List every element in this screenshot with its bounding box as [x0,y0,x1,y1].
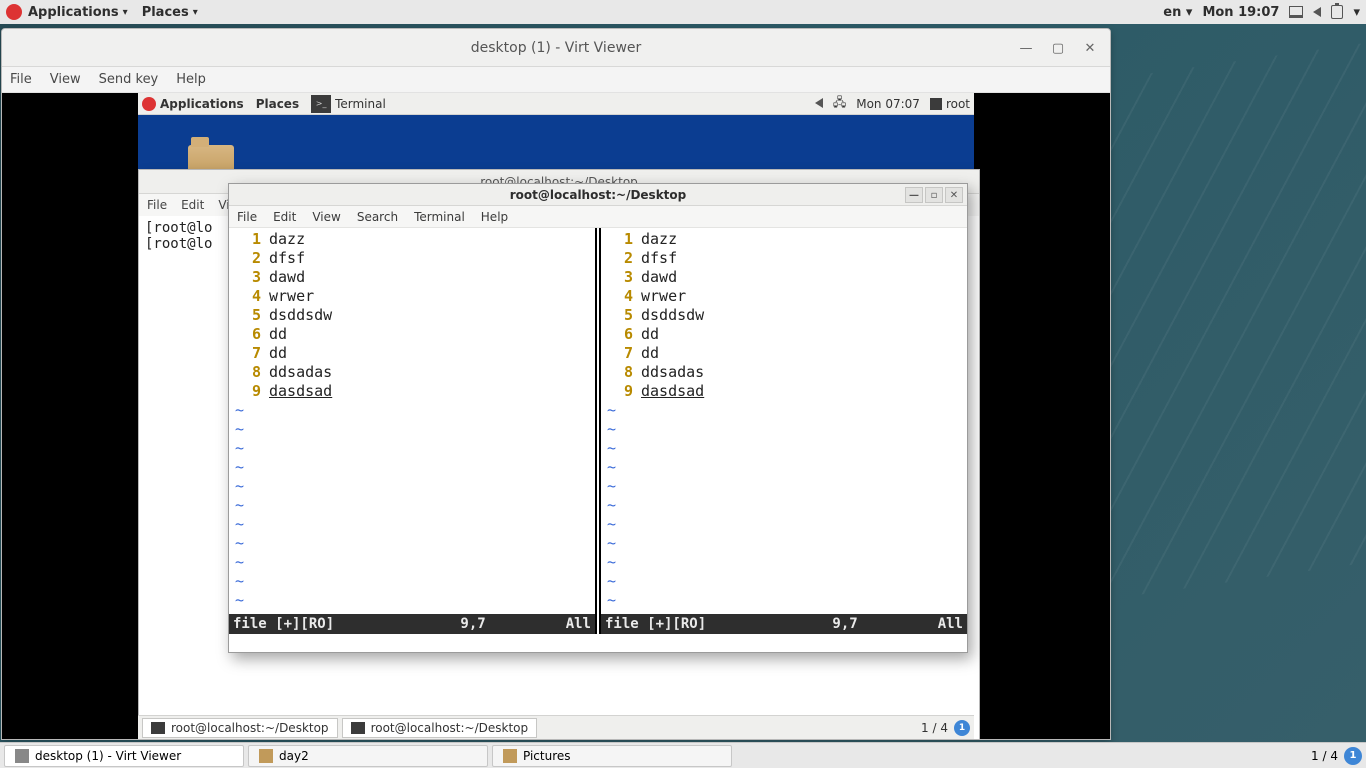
fedora-icon [6,4,22,20]
vim-right-buffer[interactable]: 1dazz2dfsf3dawd4wrwer5dsddsdw6dd7dd8ddsa… [601,228,967,614]
foreground-terminal-title: root@localhost:~/Desktop [510,188,687,202]
display-icon[interactable] [1289,6,1303,18]
guest-display[interactable]: Applications Places >_ Terminal 🖧 Mon 07… [2,93,1110,739]
terminal-icon [351,722,365,734]
folder-icon [503,749,517,763]
host-lang-indicator[interactable]: en ▾ [1163,5,1192,20]
host-top-panel: Applications▾ Places▾ en ▾ Mon 19:07 ▾ [0,0,1366,24]
host-tray: en ▾ Mon 19:07 ▾ [1163,5,1360,20]
sound-icon[interactable] [1313,7,1321,17]
host-taskbar-item[interactable]: Pictures [492,745,732,767]
guest-user-menu[interactable]: root [930,97,970,111]
foreground-terminal-window: root@localhost:~/Desktop — ▫ ✕ File Edit… [228,183,968,653]
fwin-menu-terminal[interactable]: Terminal [414,210,465,224]
guest-taskbar-item[interactable]: root@localhost:~/Desktop [142,718,338,738]
guest-fedora-icon [142,97,156,111]
guest-taskbar-item[interactable]: root@localhost:~/Desktop [342,718,538,738]
bwin-menu-file[interactable]: File [147,198,167,212]
vim-left-buffer[interactable]: 1dazz2dfsf3dawd4wrwer5dsddsdw6dd7dd8ddsa… [229,228,595,614]
virt-viewer-menubar: File View Send key Help [2,67,1110,93]
fwin-menu-file[interactable]: File [237,210,257,224]
fwin-menu-help[interactable]: Help [481,210,508,224]
guest-bottom-panel: root@localhost:~/Desktop root@localhost:… [138,715,974,739]
fwin-menu-search[interactable]: Search [357,210,398,224]
guest-clock[interactable]: Mon 07:07 [856,97,920,111]
menu-help[interactable]: Help [176,72,206,87]
fwin-maximize-button[interactable]: ▫ [925,187,943,203]
power-icon[interactable]: ▾ [1353,5,1360,20]
battery-icon[interactable] [1331,5,1343,19]
host-workspace-switcher[interactable]: 1 [1344,747,1362,765]
host-bottom-panel: desktop (1) - Virt Viewer day2 Pictures … [0,742,1366,768]
host-taskbar-item[interactable]: desktop (1) - Virt Viewer [4,745,244,767]
host-clock[interactable]: Mon 19:07 [1202,5,1279,20]
fwin-menu-edit[interactable]: Edit [273,210,296,224]
vim-left-status: file [+][RO] 9,7 All [229,614,595,634]
folder-icon [259,749,273,763]
vim-editor-area[interactable]: 1dazz2dfsf3dawd4wrwer5dsddsdw6dd7dd8ddsa… [229,228,967,634]
menu-view[interactable]: View [50,72,81,87]
maximize-button[interactable]: ▢ [1044,35,1072,61]
foreground-terminal-titlebar[interactable]: root@localhost:~/Desktop — ▫ ✕ [229,184,967,206]
guest-applications-menu[interactable]: Applications [160,97,244,111]
terminal-icon [151,722,165,734]
menu-file[interactable]: File [10,72,32,87]
virt-viewer-window: desktop (1) - Virt Viewer — ▢ ✕ File Vie… [1,28,1111,740]
vim-right-split[interactable]: 1dazz2dfsf3dawd4wrwer5dsddsdw6dd7dd8ddsa… [601,228,967,634]
app-icon [15,749,29,763]
guest-top-panel: Applications Places >_ Terminal 🖧 Mon 07… [138,93,974,115]
guest-active-app-name[interactable]: Terminal [335,97,386,111]
vim-left-split[interactable]: 1dazz2dfsf3dawd4wrwer5dsddsdw6dd7dd8ddsa… [229,228,595,634]
fwin-menu-view[interactable]: View [312,210,340,224]
host-places-menu[interactable]: Places▾ [142,5,198,20]
menu-sendkey[interactable]: Send key [99,72,159,87]
vim-right-status: file [+][RO] 9,7 All [601,614,967,634]
fwin-minimize-button[interactable]: — [905,187,923,203]
host-applications-menu[interactable]: Applications▾ [28,5,128,20]
fwin-close-button[interactable]: ✕ [945,187,963,203]
virt-viewer-titlebar[interactable]: desktop (1) - Virt Viewer — ▢ ✕ [2,29,1110,67]
guest-workspace-switcher[interactable]: 1 [954,720,970,736]
vim-command-line[interactable] [229,634,967,652]
virt-viewer-title: desktop (1) - Virt Viewer [471,40,642,56]
guest-network-icon[interactable]: 🖧 [833,93,846,114]
host-workspace-indicator: 1 / 4 [1311,749,1338,763]
guest-sound-icon[interactable] [815,97,823,111]
guest-desktop [138,115,974,169]
guest-places-menu[interactable]: Places [256,97,299,111]
bwin-menu-edit[interactable]: Edit [181,198,204,212]
host-taskbar-item[interactable]: day2 [248,745,488,767]
foreground-terminal-menubar: File Edit View Search Terminal Help [229,206,967,228]
close-button[interactable]: ✕ [1076,35,1104,61]
guest-active-app-icon[interactable]: >_ [311,95,331,113]
guest-workspace-indicator: 1 / 4 [921,721,948,735]
minimize-button[interactable]: — [1012,35,1040,61]
